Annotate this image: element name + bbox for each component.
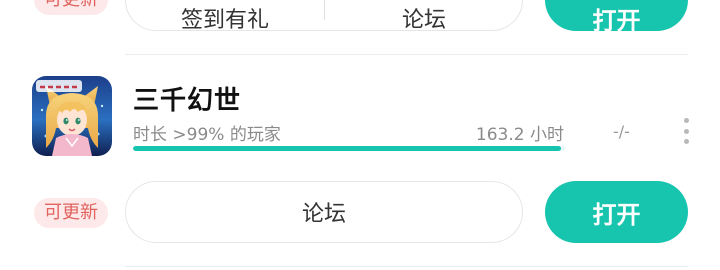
game-app-icon[interactable] [32,76,112,156]
update-available-badge[interactable]: 可更新 [34,198,108,228]
more-dot [683,128,689,134]
open-button[interactable]: 打开 [545,0,688,35]
playtime-hours: 163.2 小时 [475,125,564,145]
checkin-reward-label: 签到有礼 [180,8,269,31]
card-divider [125,54,688,55]
open-label: 打开 [592,6,641,35]
more-options-icon[interactable] [676,118,696,144]
open-button[interactable]: 打开 [545,181,688,243]
rating-value: -/- [613,122,630,141]
playtime-progress-bar [133,146,565,151]
previous-game-card: 可更新 签到有礼 论坛 打开 [0,0,720,35]
card-divider [125,266,688,267]
action-pill-group: 签到有礼 论坛 [125,0,523,31]
game-icon-art [32,76,112,156]
checkin-reward-button[interactable]: 签到有礼 [126,0,324,30]
forum-button[interactable]: 论坛 [324,0,522,31]
game-title[interactable]: 三千幻世 [133,80,241,117]
game-library-page: 可更新 签到有礼 论坛 打开 [0,0,720,270]
playtime-progress-fill [133,146,561,151]
update-available-badge: 可更新 [34,0,108,15]
forum-button[interactable]: 论坛 [125,181,523,243]
forum-label: 论坛 [401,8,446,31]
more-dot [683,139,689,144]
more-dot [683,118,689,123]
playtime-rank-text: 时长 >99% 的玩家 [133,125,281,145]
